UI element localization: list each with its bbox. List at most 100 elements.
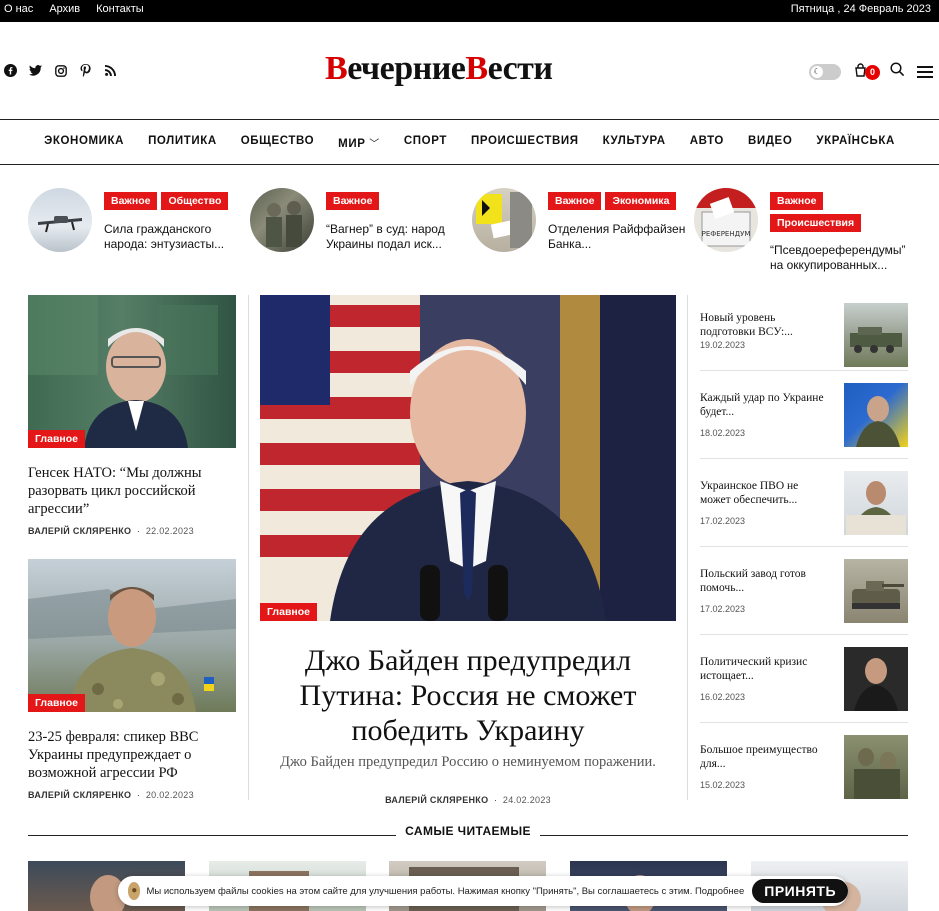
- header-tools: ☾ 0: [809, 62, 933, 82]
- facebook-icon[interactable]: [4, 64, 17, 77]
- side-article-title[interactable]: Польский завод готов помочь...: [700, 567, 830, 595]
- article-image[interactable]: Главное: [28, 559, 236, 712]
- trending-item[interactable]: Важное “Вагнер” в суд: народ Украины под…: [250, 186, 472, 266]
- rss-icon[interactable]: [104, 64, 117, 77]
- trending-title[interactable]: “Псевдоереферендумы” на оккупированных..…: [770, 243, 910, 273]
- chevron-down-icon: ﹀: [369, 139, 380, 150]
- moon-icon: ☾: [811, 66, 823, 78]
- nav-incidents[interactable]: ПРОИСШЕСТВИЯ: [471, 135, 579, 150]
- article-author[interactable]: ВАЛЕРІЙ СКЛЯРЕНКО: [28, 526, 131, 536]
- nav-world[interactable]: МИР ﹀: [338, 135, 380, 150]
- search-button[interactable]: [890, 62, 905, 82]
- article-title[interactable]: Генсек НАТО: “Мы должны разорвать цикл р…: [28, 464, 236, 518]
- nav-politics[interactable]: ПОЛИТИКА: [148, 135, 217, 150]
- nav-video[interactable]: ВИДЕО: [748, 135, 792, 150]
- article-author[interactable]: ВАЛЕРІЙ СКЛЯРЕНКО: [385, 795, 488, 805]
- tag-society[interactable]: Общество: [161, 192, 229, 210]
- pinterest-icon[interactable]: [79, 64, 92, 77]
- article-image[interactable]: Главное: [28, 295, 236, 448]
- nav-ukrainian[interactable]: УКРАЇНСЬКА: [816, 135, 895, 150]
- side-article-title[interactable]: Политический кризис истощает...: [700, 655, 830, 683]
- side-article-title[interactable]: Новый уровень подготовки ВСУ:...: [700, 311, 830, 339]
- tag-important[interactable]: Важное: [548, 192, 602, 210]
- side-article-image[interactable]: [844, 471, 908, 535]
- trending-tags: Важное Общество: [104, 192, 244, 210]
- tag-important[interactable]: Важное: [770, 192, 824, 210]
- tag-main[interactable]: Главное: [28, 694, 85, 712]
- side-article-image[interactable]: [844, 559, 908, 623]
- side-article-date: 15.02.2023: [700, 780, 746, 790]
- link-about[interactable]: О нас: [4, 3, 33, 15]
- cookie-text: Мы используем файлы cookies на этом сайт…: [146, 885, 745, 897]
- trending-item[interactable]: Важное Экономика Отделения Райффайзен Ба…: [472, 186, 694, 266]
- link-archive[interactable]: Архив: [49, 3, 80, 15]
- tag-important[interactable]: Важное: [326, 192, 380, 210]
- nav-world-label: МИР: [338, 138, 366, 150]
- divider: [700, 458, 908, 459]
- nav-sport[interactable]: СПОРТ: [404, 135, 447, 150]
- trending-title[interactable]: Отделения Райффайзен Банка...: [548, 222, 688, 252]
- side-article-image[interactable]: [844, 735, 908, 799]
- main-article-title[interactable]: Джо Байден предупредил Путина: Россия не…: [258, 643, 678, 748]
- tag-economy[interactable]: Экономика: [605, 192, 677, 210]
- accept-cookies-button[interactable]: ПРИНЯТЬ: [752, 879, 848, 903]
- side-article-title[interactable]: Украинское ПВО не может обеспечить...: [700, 479, 830, 507]
- nav-culture[interactable]: КУЛЬТУРА: [603, 135, 666, 150]
- side-article-title[interactable]: Большое преимущество для...: [700, 743, 830, 771]
- cart-count-badge: 0: [865, 64, 880, 80]
- twitter-icon[interactable]: [29, 64, 42, 77]
- trending-thumb[interactable]: [28, 188, 92, 252]
- side-article-date: 19.02.2023: [700, 340, 746, 350]
- side-article-date: 17.02.2023: [700, 604, 746, 614]
- side-article-image[interactable]: [844, 647, 908, 711]
- side-article-image[interactable]: [844, 383, 908, 447]
- nav-society[interactable]: ОБЩЕСТВО: [241, 135, 314, 150]
- nav-economy[interactable]: ЭКОНОМИКА: [44, 135, 124, 150]
- logo-text-2: ести: [487, 50, 553, 87]
- left-article-card: Главное Генсек НАТО: “Мы должны разорват…: [28, 295, 236, 536]
- top-links: О нас Архив Контакты: [4, 3, 144, 15]
- article-date: 20.02.2023: [145, 790, 194, 800]
- trending-thumb[interactable]: [472, 188, 536, 252]
- most-read-header: САМЫЕ ЧИТАЕМЫЕ: [28, 824, 908, 842]
- tag-main[interactable]: Главное: [28, 430, 85, 448]
- side-article-title[interactable]: Каждый удар по Украине будет...: [700, 391, 830, 419]
- main-article-image[interactable]: Главное: [260, 295, 676, 621]
- current-date: Пятница , 24 Февраль 2023: [790, 3, 931, 15]
- trending-thumb[interactable]: РЕФЕРЕНДУМ: [694, 188, 758, 252]
- dark-mode-toggle[interactable]: ☾: [809, 64, 841, 80]
- article-title[interactable]: 23-25 февраля: спикер ВВС Украины предуп…: [28, 728, 236, 782]
- top-bar: О нас Архив Контакты Пятница , 24 Феврал…: [0, 0, 939, 22]
- instagram-icon[interactable]: [54, 64, 67, 77]
- trending-item[interactable]: Важное Общество Сила гражданского народа…: [28, 186, 250, 266]
- social-links: [4, 64, 117, 77]
- article-meta: ВАЛЕРІЙ СКЛЯРЕНКО · 22.02.2023: [28, 526, 194, 536]
- left-article-card: Главное 23-25 февраля: спикер ВВС Украин…: [28, 559, 236, 800]
- article-author[interactable]: ВАЛЕРІЙ СКЛЯРЕНКО: [28, 790, 131, 800]
- trending-thumb[interactable]: [250, 188, 314, 252]
- article-date: 24.02.2023: [502, 795, 551, 805]
- side-article-image[interactable]: [844, 303, 908, 367]
- side-article: Каждый удар по Украине будет... 18.02.20…: [700, 383, 908, 457]
- trending-tags: Важное: [326, 192, 466, 210]
- tag-main[interactable]: Главное: [260, 603, 317, 621]
- trending-title[interactable]: “Вагнер” в суд: народ Украины подал иск.…: [326, 222, 466, 252]
- link-contacts[interactable]: Контакты: [96, 3, 144, 15]
- logo-cap-1: В: [325, 50, 348, 87]
- menu-hamburger-icon[interactable]: [917, 66, 933, 78]
- cart-button[interactable]: 0: [853, 62, 880, 82]
- svg-text:РЕФЕРЕНДУМ: РЕФЕРЕНДУМ: [702, 230, 751, 238]
- side-article: Политический кризис истощает... 16.02.20…: [700, 647, 908, 721]
- tag-important[interactable]: Важное: [104, 192, 158, 210]
- main-nav: ЭКОНОМИКА ПОЛИТИКА ОБЩЕСТВО МИР ﹀ СПОРТ …: [0, 119, 939, 165]
- site-logo[interactable]: ВечерниеВести: [325, 50, 553, 88]
- side-article: Украинское ПВО не может обеспечить... 17…: [700, 471, 908, 545]
- trending-tags: Важное Происшествия: [770, 192, 910, 232]
- logo-text-1: ечерние: [347, 50, 466, 87]
- trending-item[interactable]: РЕФЕРЕНДУМ Важное Происшествия “Псевдоер…: [694, 186, 916, 272]
- trending-title[interactable]: Сила гражданского народа: энтузиасты...: [104, 222, 244, 252]
- side-article: Большое преимущество для... 15.02.2023: [700, 735, 908, 809]
- side-article-date: 18.02.2023: [700, 428, 746, 438]
- nav-auto[interactable]: АВТО: [690, 135, 724, 150]
- tag-incidents[interactable]: Происшествия: [770, 214, 862, 232]
